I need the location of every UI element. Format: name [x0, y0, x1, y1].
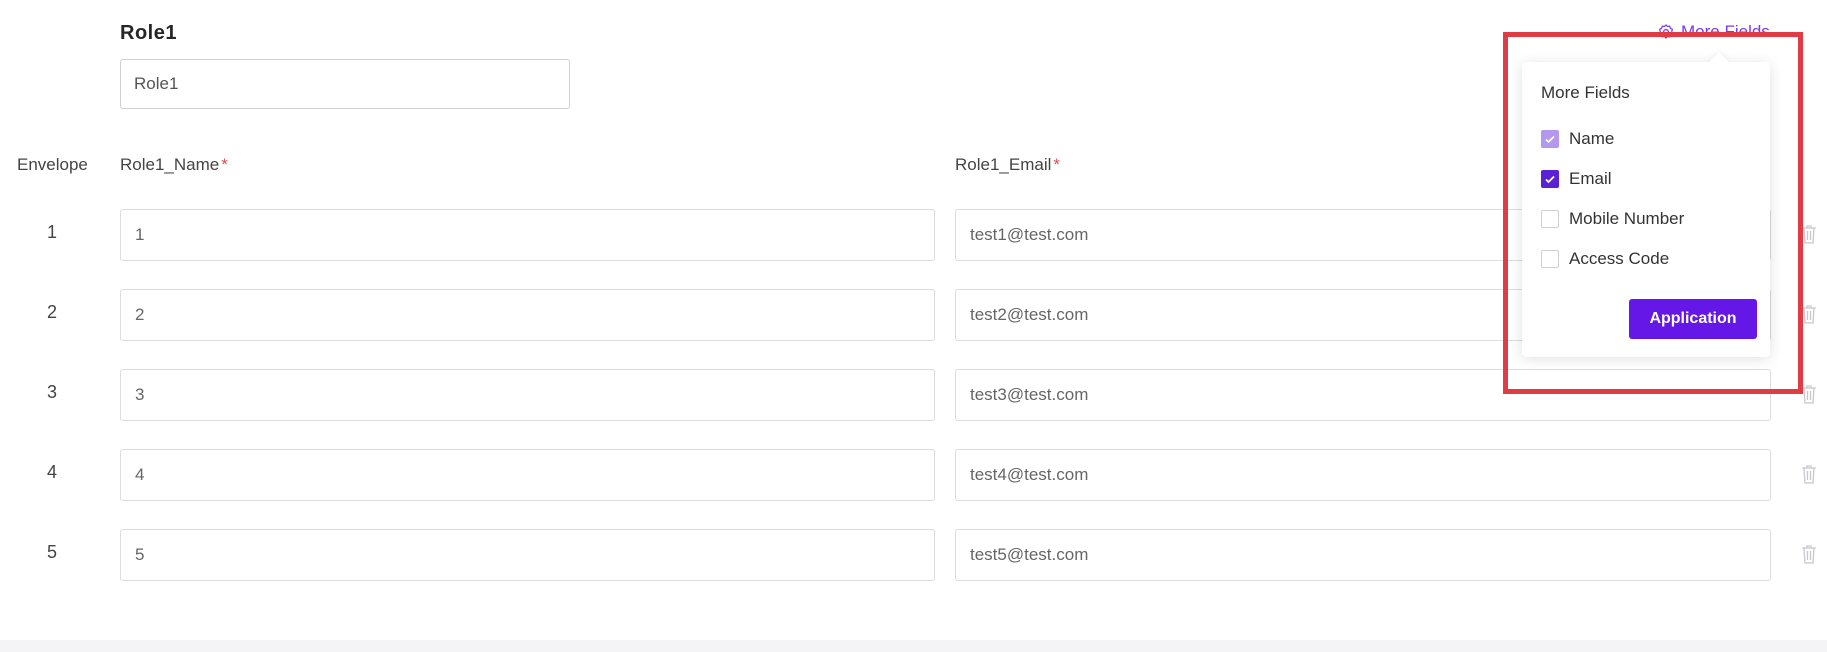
option-label: Email [1569, 169, 1612, 188]
row-email-input[interactable] [955, 449, 1771, 501]
required-mark: * [1053, 155, 1061, 174]
envelope-number: 3 [46, 382, 57, 402]
row-email-input[interactable] [955, 529, 1771, 581]
envelope-number: 4 [46, 462, 57, 482]
role-title: Role1 [120, 22, 177, 44]
page: Role1 Envelope Role1_Name* Role1_Email* … [0, 0, 1827, 652]
option-mobile-number[interactable]: Mobile Number [1541, 209, 1684, 229]
option-access-code[interactable]: Access Code [1541, 249, 1669, 269]
envelope-column-header: Envelope [17, 155, 88, 174]
trash-icon[interactable] [1801, 384, 1817, 404]
checkbox-unchecked [1541, 210, 1559, 228]
check-icon [1545, 175, 1555, 184]
checkbox-unchecked [1541, 250, 1559, 268]
apply-button[interactable]: Application [1629, 299, 1757, 339]
footer-strip [0, 640, 1827, 652]
check-icon [1545, 135, 1555, 144]
trash-icon[interactable] [1801, 304, 1817, 324]
row-name-input[interactable] [120, 449, 935, 501]
gear-icon [1658, 24, 1674, 39]
envelope-number: 5 [46, 542, 57, 562]
checkbox-checked [1541, 170, 1559, 188]
option-email[interactable]: Email [1541, 169, 1612, 189]
more-fields-popover: More Fields Name Email Mobile Number Acc… [1522, 62, 1770, 357]
email-column-header: Role1_Email * [955, 155, 1060, 175]
option-label: Access Code [1569, 249, 1670, 268]
row-name-input[interactable] [120, 369, 935, 421]
trash-icon[interactable] [1801, 544, 1817, 564]
popover-title: More Fields [1541, 83, 1630, 102]
row-name-input[interactable] [120, 529, 935, 581]
envelope-number: 2 [46, 302, 57, 322]
checkbox-checked-disabled [1541, 130, 1559, 148]
option-label: Mobile Number [1569, 209, 1685, 228]
trash-icon[interactable] [1801, 224, 1817, 244]
name-column-label: Role1_Name [120, 155, 220, 174]
email-column-label: Role1_Email [955, 155, 1052, 174]
row-name-input[interactable] [120, 289, 935, 341]
role-name-input[interactable] [120, 59, 570, 109]
envelope-number: 1 [46, 222, 57, 242]
option-label: Name [1569, 129, 1615, 148]
required-mark: * [221, 155, 228, 174]
row-name-input[interactable] [120, 209, 935, 261]
trash-icon[interactable] [1801, 464, 1817, 484]
name-column-header: Role1_Name * [120, 155, 228, 175]
more-fields-button[interactable]: More Fields [1657, 22, 1770, 42]
row-email-input[interactable] [955, 369, 1771, 421]
option-name[interactable]: Name [1541, 129, 1614, 149]
more-fields-label: More Fields [1681, 22, 1770, 41]
